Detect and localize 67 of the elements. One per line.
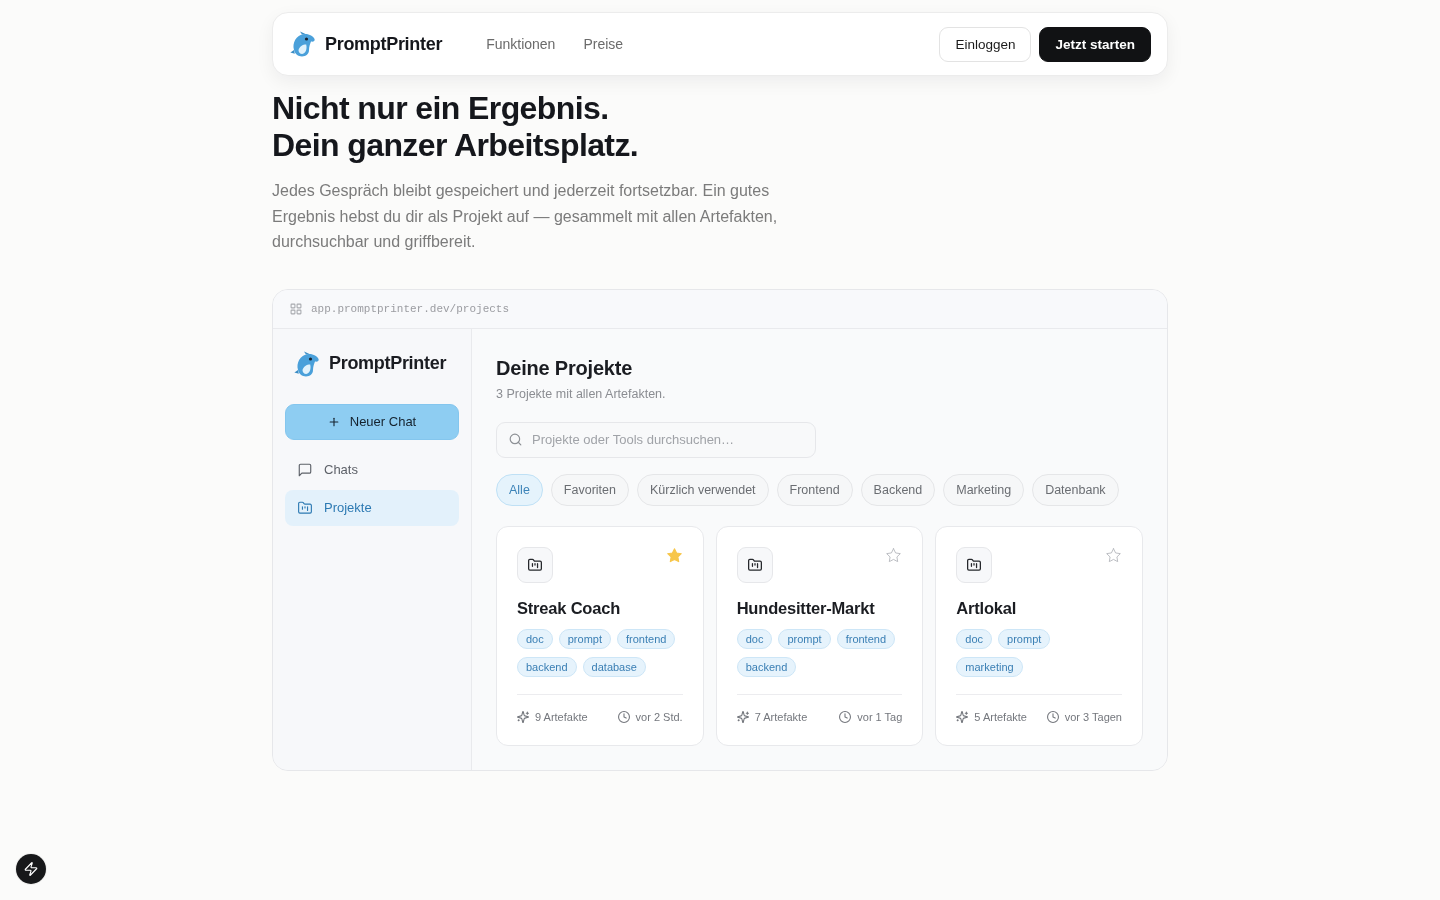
dolphin-icon (294, 350, 320, 377)
page-title: Deine Projekte (496, 355, 634, 381)
sparkles-icon (956, 710, 969, 723)
clock-icon (1046, 710, 1059, 723)
hero-heading: Nicht nur ein Ergebnis. Dein ganzer Arbeitsplatz. (272, 90, 640, 164)
project-tag: doc (956, 628, 993, 649)
hero-description: Jedes Gespräch bleibt gespeichert und jederzeit fortsetzbar. Ein gutes Ergebnis hebst du dir als Projekt auf — gesammelt mit allen Artefakten, durchsuchbar und griffbereit. (272, 181, 779, 252)
new-chat-button[interactable]: Neuer Chat (285, 403, 459, 440)
primary-button[interactable]: Jetzt starten (1039, 26, 1151, 62)
updated-time: vor 1 Tag (857, 709, 903, 725)
clock-icon (839, 710, 852, 723)
project-tag: doc (736, 628, 773, 649)
sidebar-item[interactable]: Chats (285, 451, 459, 488)
updated-time: vor 3 Tagen (1064, 709, 1122, 725)
clock-icon (617, 710, 630, 723)
secondary-button[interactable]: Einloggen (939, 26, 1032, 62)
sidebar-item[interactable]: Projekte (285, 489, 459, 526)
project-tag: database (582, 656, 646, 677)
filter-chip[interactable]: Backend (860, 473, 936, 506)
project-card[interactable]: Hundesitter-Markt doc prompt frontend backend 7 Artefakte vor 1 Tag (715, 525, 924, 746)
filter-chip[interactable]: Marketing (943, 473, 1025, 506)
artifact-count: 9 Artefakte (535, 709, 588, 725)
folder-icon (736, 546, 773, 583)
project-tag: frontend (836, 628, 896, 649)
filter-chip[interactable]: Datenbank (1032, 473, 1119, 506)
star-icon[interactable] (666, 547, 682, 563)
filter-chip[interactable]: Alle (496, 473, 543, 506)
project-card[interactable]: Artlokal doc prompt marketing 5 Artefakte vor 3 Tagen (935, 525, 1143, 746)
updated-time: vor 2 Std. (635, 709, 683, 725)
project-tag: frontend (617, 628, 676, 649)
plus-icon (327, 415, 340, 428)
grid-icon (290, 302, 302, 315)
search-icon (509, 433, 522, 446)
project-tag: backend (517, 656, 577, 677)
project-tag: backend (736, 656, 797, 677)
nav-link[interactable]: Preise (583, 36, 624, 52)
folder-icon (298, 500, 312, 515)
project-title: Artlokal (956, 597, 1018, 619)
project-tag: prompt (998, 628, 1051, 649)
brand-name: PromptPrinter (325, 33, 443, 55)
chat-icon (298, 462, 312, 477)
filter-chip[interactable]: Frontend (776, 473, 853, 506)
brand-name: PromptPrinter (329, 353, 447, 374)
folder-icon (517, 546, 553, 583)
project-tag: doc (517, 628, 553, 649)
star-icon[interactable] (886, 547, 902, 563)
folder-icon (956, 546, 993, 583)
project-tag: prompt (558, 628, 611, 649)
filter-chip[interactable]: Kürzlich verwendet (636, 473, 769, 506)
address-text: app.promptprinter.dev/projects (311, 302, 510, 315)
project-title: Streak Coach (517, 597, 622, 619)
sparkles-icon (736, 710, 749, 723)
project-title: Hundesitter-Markt (736, 597, 876, 619)
project-tag: marketing (956, 656, 1023, 677)
page-subtitle: 3 Projekte mit allen Artefakten. (496, 386, 667, 402)
floating-action-button[interactable] (16, 854, 46, 884)
filter-chip[interactable]: Favoriten (550, 473, 629, 506)
dolphin-icon (290, 31, 316, 57)
lightning-icon (24, 862, 38, 876)
artifact-count: 5 Artefakte (974, 709, 1027, 725)
project-card[interactable]: Streak Coach doc prompt frontend backend database 9 Artefakte vor 2 Std. (496, 525, 704, 746)
artifact-count: 7 Artefakte (754, 709, 808, 725)
search-field[interactable]: Projekte oder Tools durchsuchen… (496, 421, 816, 458)
nav-link[interactable]: Funktionen (486, 36, 556, 52)
project-tag: prompt (778, 628, 831, 649)
star-icon[interactable] (1106, 547, 1121, 563)
sparkles-icon (517, 710, 529, 723)
